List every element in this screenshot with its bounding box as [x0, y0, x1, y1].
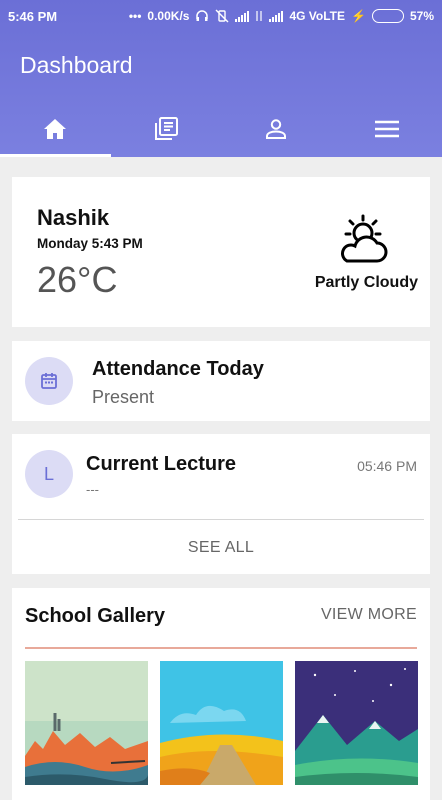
weather-condition: Partly Cloudy: [314, 274, 418, 291]
lecture-time: 05:46 PM: [357, 458, 417, 474]
view-more-button[interactable]: VIEW MORE: [321, 606, 417, 624]
tab-home[interactable]: [0, 100, 111, 157]
weather-city: Nashik: [37, 205, 110, 230]
weather-datetime: Monday 5:43 PM: [37, 236, 143, 251]
lecture-title: Current Lecture: [86, 453, 237, 475]
page-title: Dashboard: [20, 52, 133, 78]
battery-percent: 57%: [409, 9, 434, 23]
home-icon: [44, 118, 67, 139]
signal-2-icon: [269, 10, 284, 22]
attendance-card[interactable]: Attendance Today Present: [12, 341, 430, 421]
tab-profile[interactable]: [221, 100, 332, 157]
weather-card[interactable]: Nashik Monday 5:43 PM 26°C Partly Cloudy: [12, 177, 430, 327]
see-all-button[interactable]: SEE ALL: [12, 539, 430, 557]
lecture-avatar: L: [25, 450, 73, 498]
lecture-card: L Current Lecture --- 05:46 PM SEE ALL: [12, 434, 430, 574]
weather-temperature: 26°C: [37, 259, 118, 300]
headset-icon: [196, 10, 209, 21]
menu-icon: [374, 120, 399, 137]
tab-bar: [0, 100, 442, 157]
person-icon: [266, 118, 287, 139]
network-speed: 0.00K/s: [147, 9, 190, 23]
library-books-icon: [154, 116, 178, 140]
status-bar: 5:46 PM ••• 0.00K/s 4G VoLTE ⚡ 57%: [0, 0, 442, 32]
more-dots-icon: •••: [128, 9, 142, 23]
tab-library[interactable]: [111, 100, 222, 157]
app-bar: 5:46 PM ••• 0.00K/s 4G VoLTE ⚡ 57% Dashb…: [0, 0, 442, 157]
charging-icon: ⚡: [351, 9, 366, 23]
lecture-subtitle: ---: [86, 482, 99, 497]
tab-menu[interactable]: [332, 100, 442, 157]
gallery-image-fields[interactable]: [160, 661, 283, 785]
attendance-avatar: [25, 357, 73, 405]
status-time: 5:46 PM: [8, 8, 58, 24]
gallery-image-city[interactable]: [25, 661, 148, 785]
partly-cloudy-icon: [341, 214, 388, 263]
signal-icon: [235, 10, 250, 22]
data-transfer-icon: [256, 11, 263, 21]
gallery-title: School Gallery: [25, 605, 166, 627]
divider: [18, 519, 424, 520]
gallery-divider: [25, 647, 417, 649]
attendance-title: Attendance Today: [92, 358, 264, 380]
battery-icon: [371, 9, 404, 23]
calendar-icon: [41, 373, 57, 389]
gallery-card: School Gallery VIEW MORE: [12, 588, 430, 800]
vibrate-off-icon: [215, 9, 229, 23]
network-type: 4G VoLTE: [289, 9, 346, 23]
gallery-image-mountains[interactable]: [295, 661, 418, 785]
attendance-status: Present: [92, 387, 155, 407]
